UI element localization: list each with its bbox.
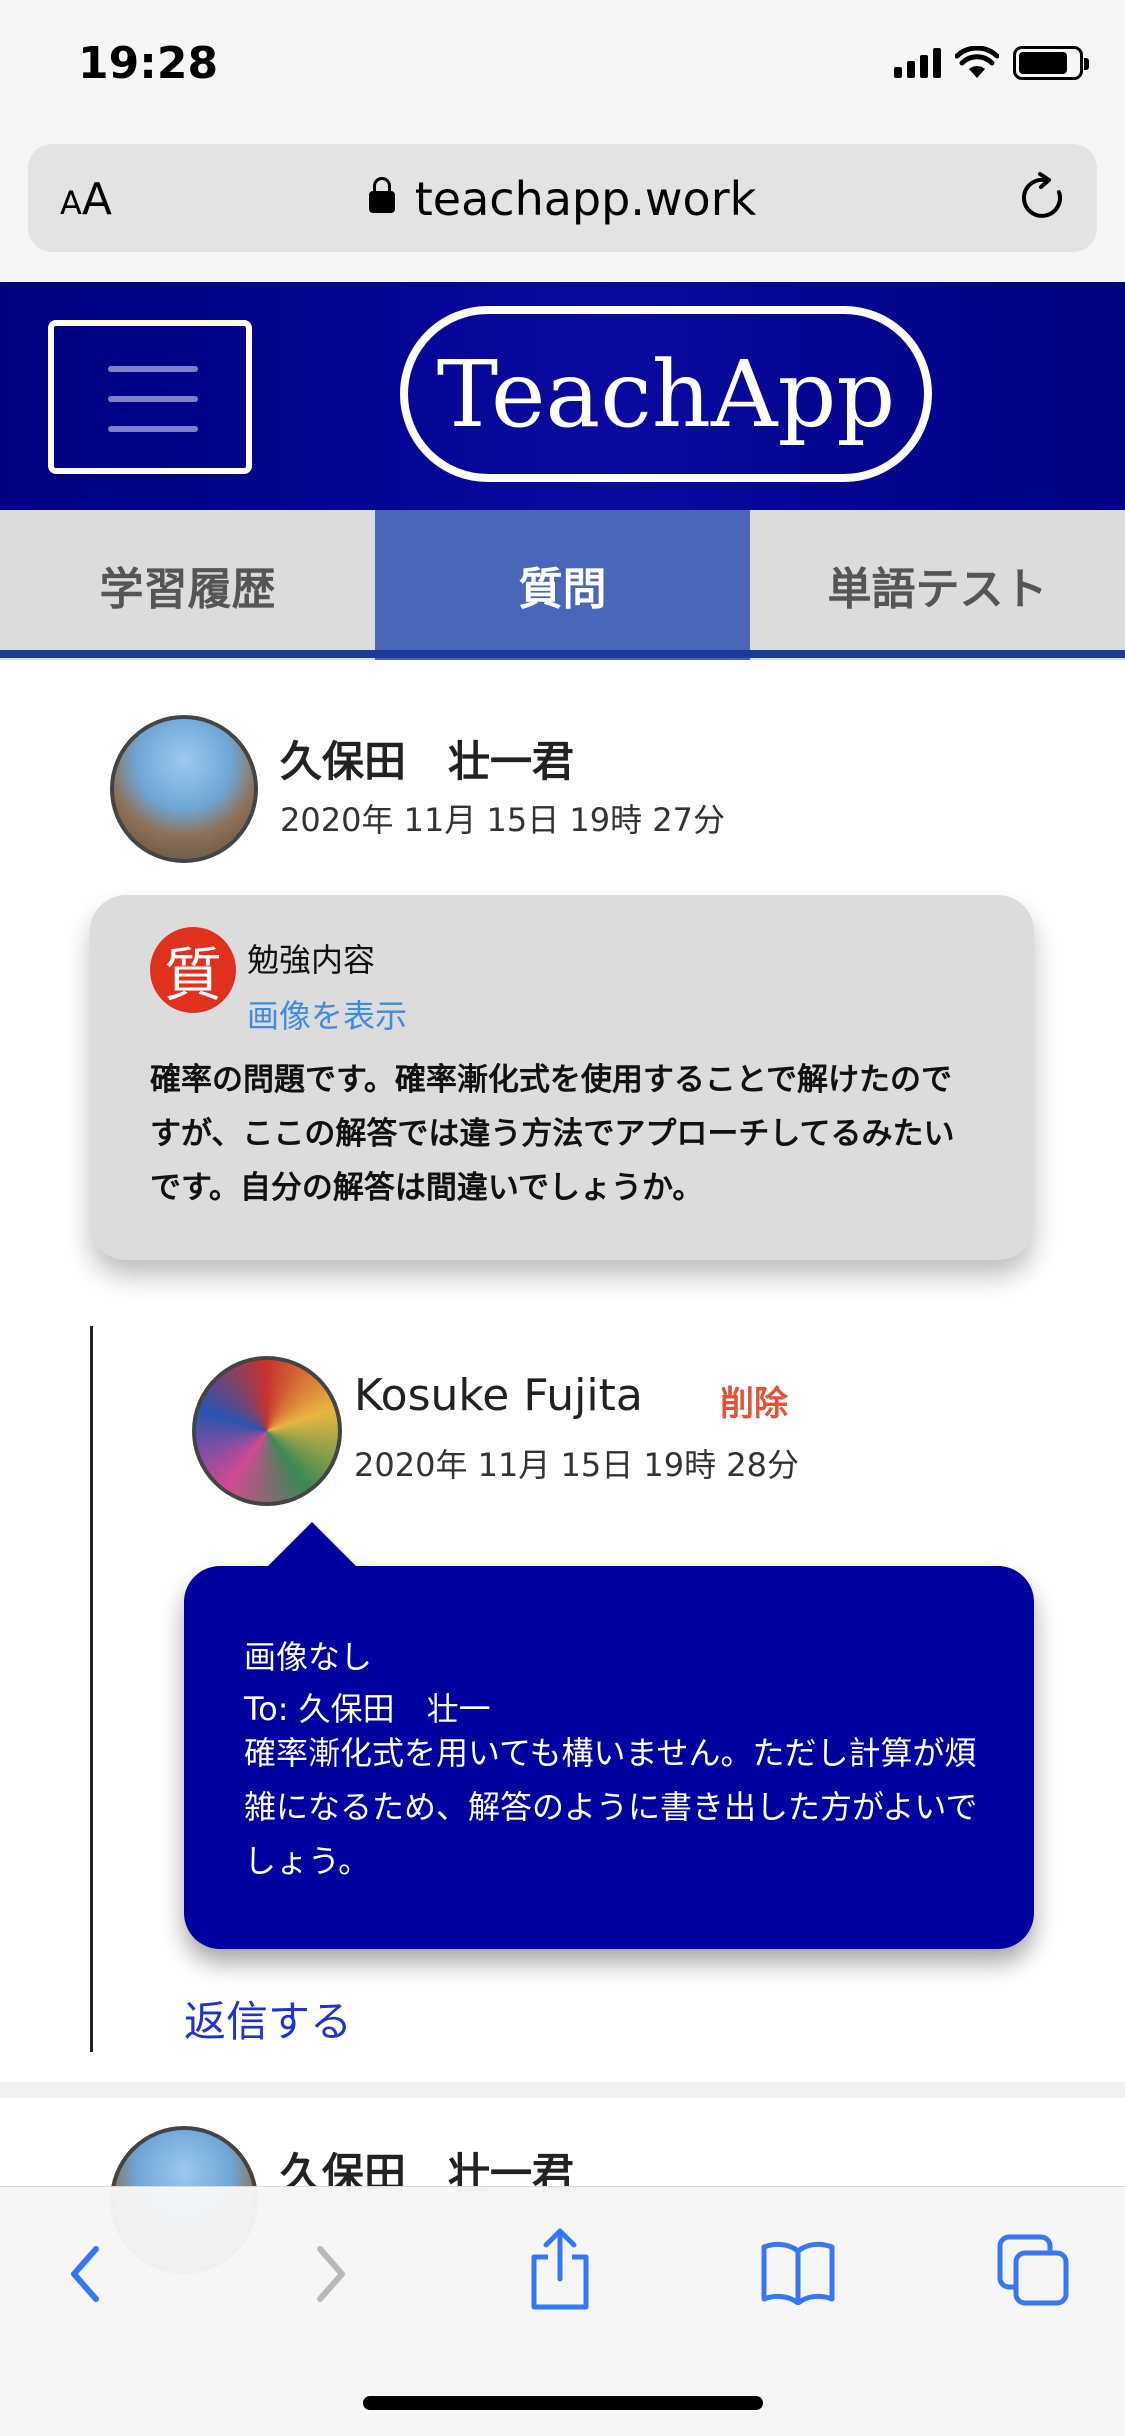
home-indicator	[363, 2396, 763, 2410]
reply-link[interactable]: 返信する	[184, 1988, 352, 2049]
bookmarks-icon[interactable]	[760, 2239, 836, 2305]
reply-image-status: 画像なし	[244, 1638, 373, 1676]
question-date: 2020年 11月 15日 19時 27分	[280, 801, 726, 839]
wifi-icon	[955, 46, 999, 78]
status-bar: 19:28	[0, 0, 1125, 140]
tab-word-test[interactable]: 単語テスト	[750, 510, 1125, 660]
back-icon[interactable]	[62, 2239, 112, 2309]
thread-line	[90, 1326, 93, 2052]
reply-recipient: To: 久保田 壮一	[244, 1690, 491, 1728]
question-subject: 勉強内容	[247, 941, 376, 979]
show-image-link[interactable]: 画像を表示	[247, 991, 407, 1037]
status-icons	[894, 46, 1089, 80]
avatar	[110, 715, 258, 863]
reply-body: 確率漸化式を用いても構いません。ただし計算が煩雑になるため、解答のように書き出し…	[244, 1734, 978, 1880]
hamburger-menu-button[interactable]	[48, 320, 252, 474]
reload-icon[interactable]	[1019, 172, 1069, 224]
reply-author-name: Kosuke Fujita	[354, 1370, 643, 1421]
lock-icon	[368, 177, 395, 213]
reply-card: 画像なし To: 久保田 壮一 確率漸化式を用いても構いません。ただし計算が煩雑…	[184, 1566, 1034, 1949]
post-separator	[0, 2082, 1125, 2098]
app-logo[interactable]: TeachApp	[400, 306, 932, 482]
reply-date: 2020年 11月 15日 19時 28分	[354, 1446, 800, 1484]
share-icon[interactable]	[528, 2227, 592, 2311]
reply-bubble-pointer	[266, 1522, 358, 1568]
browser-address-area: AA teachapp.work	[0, 140, 1125, 282]
tab-bar: 学習履歴 質問 単語テスト	[0, 510, 1125, 660]
tabs-icon[interactable]	[996, 2233, 1072, 2309]
forward-icon	[317, 2246, 345, 2302]
question-mark-icon: 質	[150, 927, 236, 1013]
tab-questions[interactable]: 質問	[375, 510, 750, 660]
delete-button[interactable]: 削除	[720, 1376, 788, 1425]
tab-underline	[0, 650, 1125, 658]
question-card: 質 勉強内容 画像を表示 確率の問題です。確率漸化式を使用することで解けたのです…	[90, 895, 1034, 1260]
question-author-name: 久保田 壮一君	[280, 737, 575, 786]
battery-icon	[1013, 46, 1089, 80]
cellular-signal-icon	[894, 48, 941, 78]
app-header: TeachApp	[0, 282, 1125, 510]
status-time: 19:28	[78, 38, 219, 89]
url-text: teachapp.work	[414, 172, 757, 226]
question-body: 確率の問題です。確率漸化式を使用することで解けたのですが、ここの解答では違う方法…	[150, 1062, 955, 1206]
address-bar[interactable]: AA teachapp.work	[28, 144, 1097, 252]
tab-study-history[interactable]: 学習履歴	[0, 510, 375, 660]
avatar	[192, 1356, 342, 1506]
